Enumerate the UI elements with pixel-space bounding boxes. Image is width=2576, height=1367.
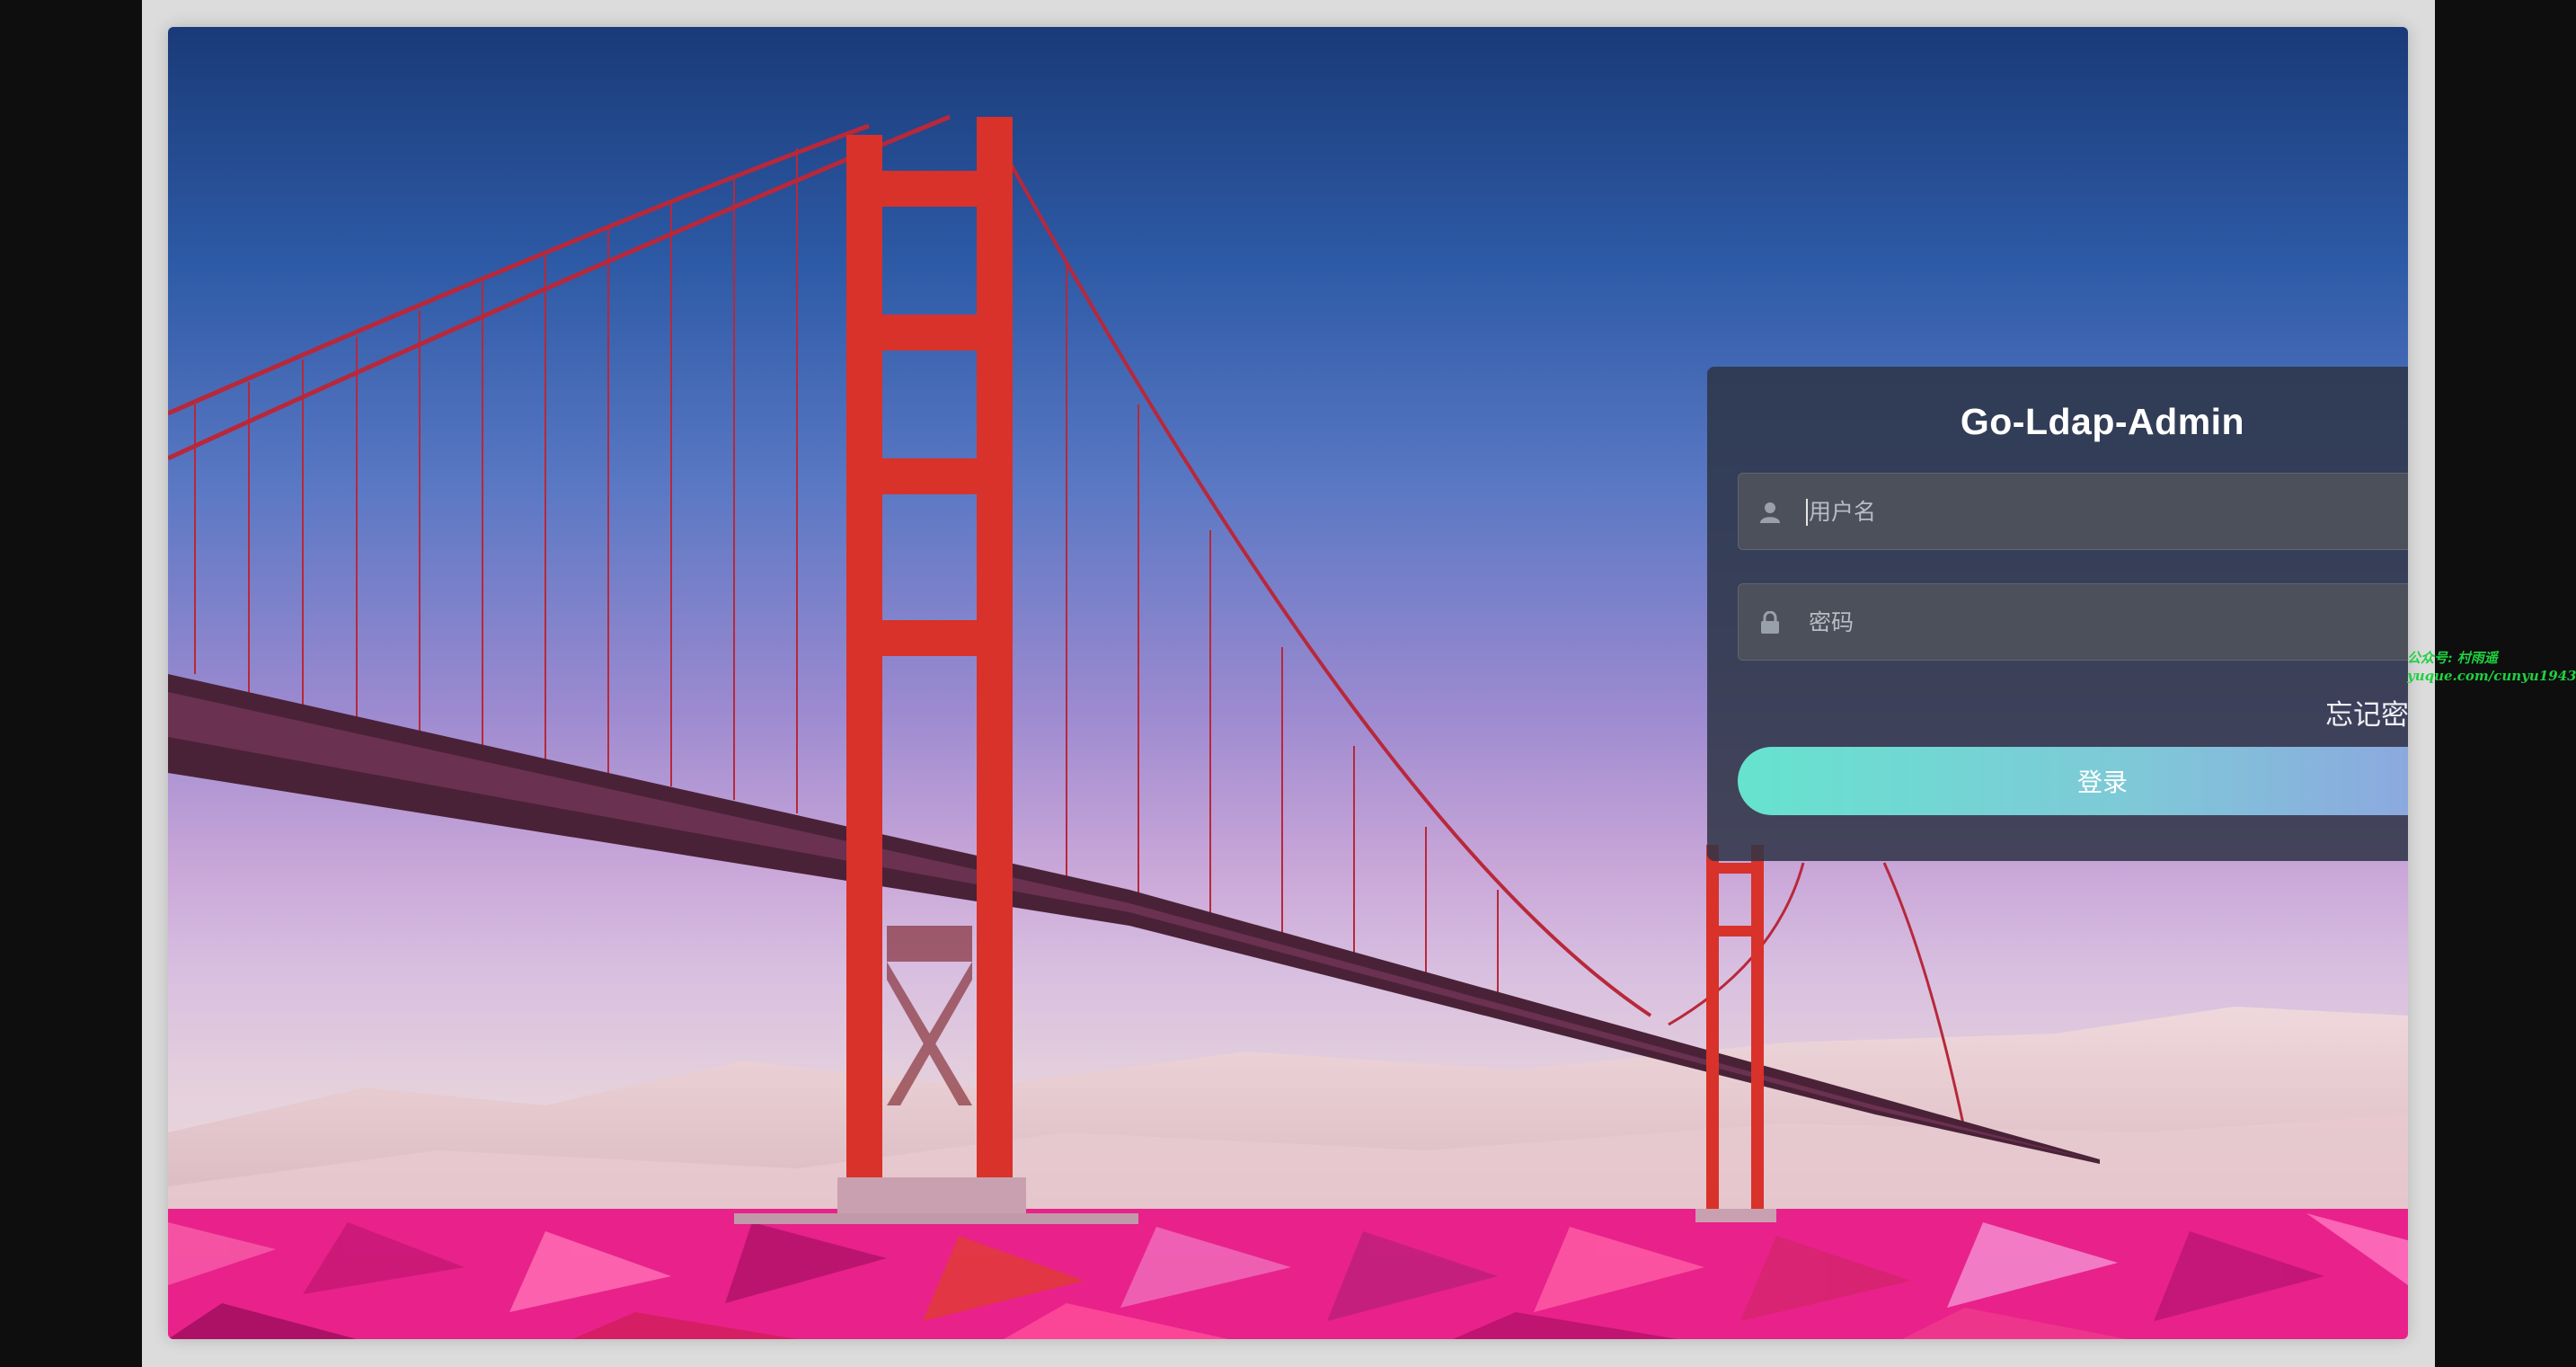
letterbox-left <box>0 0 142 1367</box>
lock-icon <box>1761 611 1779 634</box>
login-card: Go-Ldap-Admin 用户名 密码 忘记密码 登录 <box>1707 367 2408 861</box>
text-caret <box>1806 499 1808 526</box>
watermark-line-2: yuque.com/cunyu1943 <box>2407 668 2576 684</box>
password-field[interactable]: 密码 <box>1738 583 2408 661</box>
username-field[interactable]: 用户名 <box>1738 473 2408 550</box>
login-button[interactable]: 登录 <box>1738 747 2408 815</box>
username-input[interactable]: 用户名 <box>1809 474 1876 551</box>
watermark: 公众号: 村雨遥 yuque.com/cunyu1943 <box>2407 649 2576 685</box>
password-input[interactable]: 密码 <box>1809 584 1854 661</box>
login-page: Go-Ldap-Admin 用户名 密码 忘记密码 登录 <box>168 27 2408 1339</box>
watermark-line-1: 公众号: 村雨遥 <box>2407 650 2498 666</box>
user-icon <box>1760 502 1780 523</box>
app-title: Go-Ldap-Admin <box>1960 401 2245 442</box>
forgot-password-link[interactable]: 忘记密码 <box>2325 692 2408 732</box>
